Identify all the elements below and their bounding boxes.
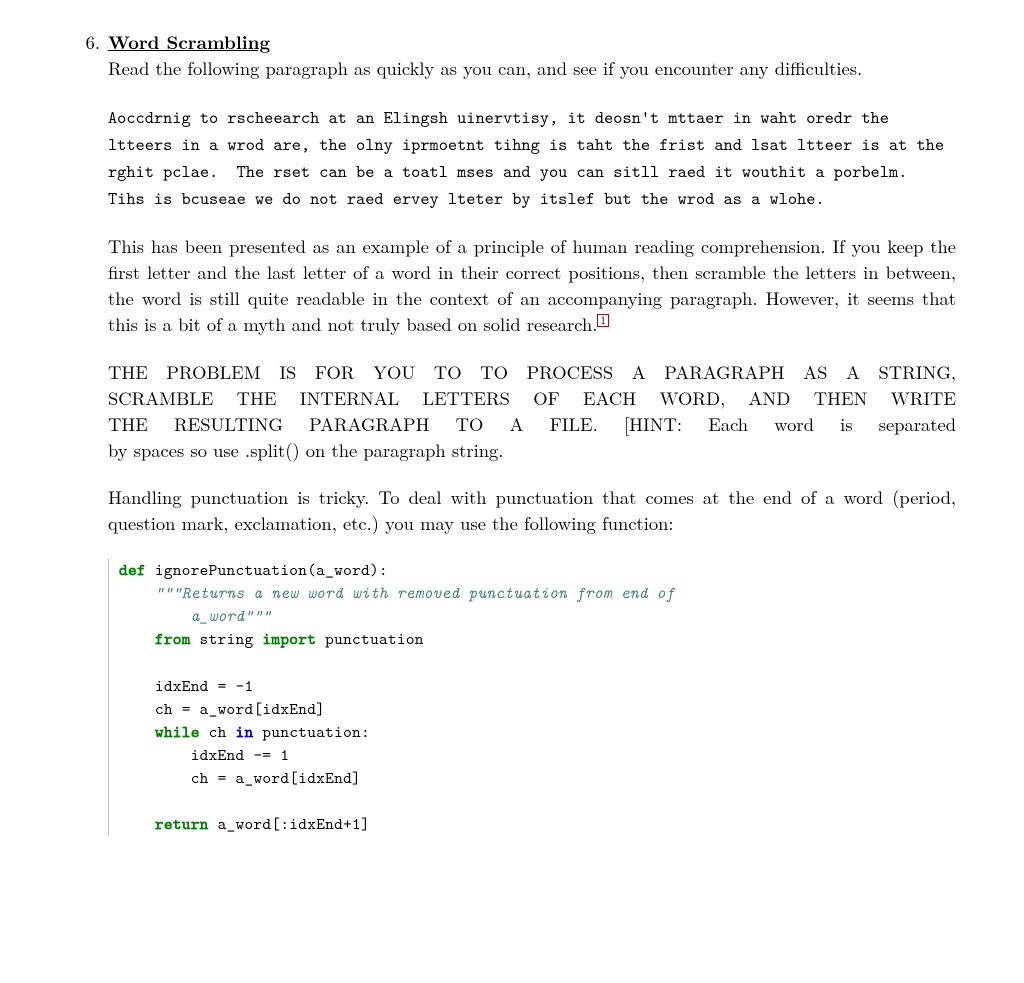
code-block: def ignorePunctuation(a_word): """Return… — [108, 559, 956, 836]
keyword-import: import — [262, 628, 316, 650]
punctuation-paragraph: Handling punctuation is tricky. To deal … — [108, 485, 956, 537]
problem-statement: THE PROBLEM IS FOR YOU TO TO PROCESS A P… — [108, 360, 956, 464]
code-line: ch = a_word[idxEnd] — [155, 767, 361, 789]
footnote-marker: 1 — [597, 314, 609, 327]
code-line: ch = a_word[idxEnd] — [155, 698, 325, 720]
keyword-while: while — [155, 721, 200, 743]
section-title: Word Scrambling — [108, 30, 956, 56]
code-text: punctuation: — [253, 721, 370, 743]
code-text: ignorePunctuation(a_word): — [146, 559, 388, 581]
problem-line: THE RESULTING PARAGRAPH TO A FILE. [HINT… — [108, 412, 956, 438]
docstring-line: a_word""" — [155, 605, 272, 627]
item-number: 6. — [70, 30, 108, 56]
code-line: idxEnd = -1 — [155, 675, 254, 697]
keyword-def: def — [119, 559, 146, 581]
keyword-from: from — [155, 628, 191, 650]
explanation-text: This has been presented as an example of… — [108, 233, 956, 337]
problem-line: THE PROBLEM IS FOR YOU TO TO PROCESS A P… — [108, 360, 956, 386]
docstring-line: """Returns a new word with removed punct… — [155, 582, 675, 604]
document-page: 6. Word Scrambling Read the following pa… — [0, 0, 1024, 983]
code-line: idxEnd -= 1 — [155, 744, 289, 766]
keyword-return: return — [155, 813, 209, 835]
code-text: ch — [200, 721, 236, 743]
problem-line: SCRAMBLE THE INTERNAL LETTERS OF EACH WO… — [108, 386, 956, 412]
item-body: Word Scrambling Read the following parag… — [108, 30, 956, 836]
problem-line: by spaces so use .split() on the paragra… — [108, 438, 956, 464]
code-text: a_word[:idxEnd+1] — [209, 813, 370, 835]
keyword-in: in — [236, 721, 254, 743]
code-text: string — [191, 628, 263, 650]
scrambled-paragraph: Aoccdrnig to rscheearch at an Elingsh ui… — [108, 104, 956, 213]
list-item: 6. Word Scrambling Read the following pa… — [70, 30, 956, 836]
intro-paragraph: Read the following paragraph as quickly … — [108, 56, 956, 82]
code-text: punctuation — [316, 628, 424, 650]
explanation-paragraph: This has been presented as an example of… — [108, 234, 956, 338]
